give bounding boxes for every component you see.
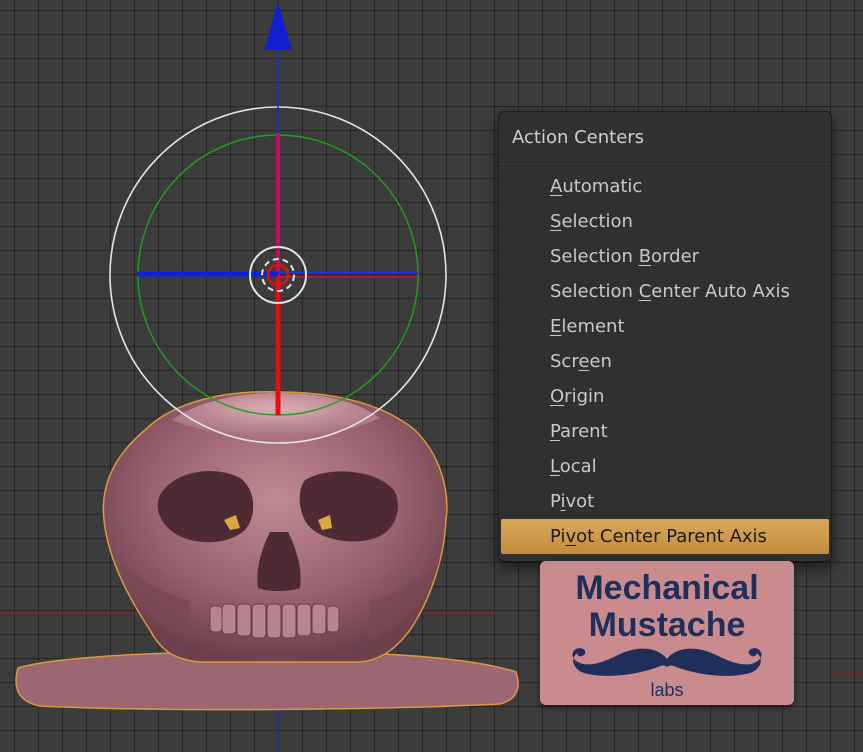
menu-title: Action Centers — [499, 112, 831, 163]
menu-item-label: Screen — [550, 351, 612, 372]
logo-text-line2: Mustache — [588, 606, 746, 644]
menu-item-selection[interactable]: Selection — [499, 204, 831, 239]
skull-teeth — [209, 603, 340, 639]
menu-item-element[interactable]: Element — [499, 309, 831, 344]
action-centers-menu: Action Centers Automatic Selection Selecti… — [498, 111, 832, 562]
menu-item-label: Pivot Center Parent Axis — [550, 526, 767, 547]
menu-item-list: Automatic Selection Selection Border Select… — [499, 163, 831, 554]
logo-text-line3: labs — [650, 680, 684, 700]
menu-item-pivot[interactable]: Pivot — [499, 484, 831, 519]
menu-item-parent[interactable]: Parent — [499, 414, 831, 449]
logo-text-line1: Mechanical — [575, 569, 759, 607]
mechanical-mustache-logo: Mechanical Mustache labs — [540, 561, 794, 705]
menu-item-origin[interactable]: Origin — [499, 379, 831, 414]
menu-item-label: Parent — [550, 421, 608, 442]
menu-item-label: Pivot — [550, 491, 595, 512]
mustache-icon — [572, 648, 762, 676]
menu-item-label: Selection Border — [550, 246, 700, 267]
menu-item-label: Automatic — [550, 176, 643, 197]
menu-item-pivot-center-parent-axis[interactable]: Pivot Center Parent Axis — [501, 519, 829, 554]
menu-item-label: Local — [550, 456, 597, 477]
menu-item-local[interactable]: Local — [499, 449, 831, 484]
menu-item-selection-center-auto-axis[interactable]: Selection Center Auto Axis — [499, 274, 831, 309]
menu-item-selection-border[interactable]: Selection Border — [499, 239, 831, 274]
menu-item-label: Selection Center Auto Axis — [550, 281, 790, 302]
3d-viewport[interactable]: Action Centers Automatic Selection Selecti… — [0, 0, 863, 752]
menu-item-label: Origin — [550, 386, 605, 407]
menu-item-screen[interactable]: Screen — [499, 344, 831, 379]
menu-item-label: Element — [550, 316, 625, 337]
menu-item-automatic[interactable]: Automatic — [499, 169, 831, 204]
menu-item-label: Selection — [550, 211, 633, 232]
gizmo-up-arrow-icon[interactable] — [264, 2, 292, 50]
